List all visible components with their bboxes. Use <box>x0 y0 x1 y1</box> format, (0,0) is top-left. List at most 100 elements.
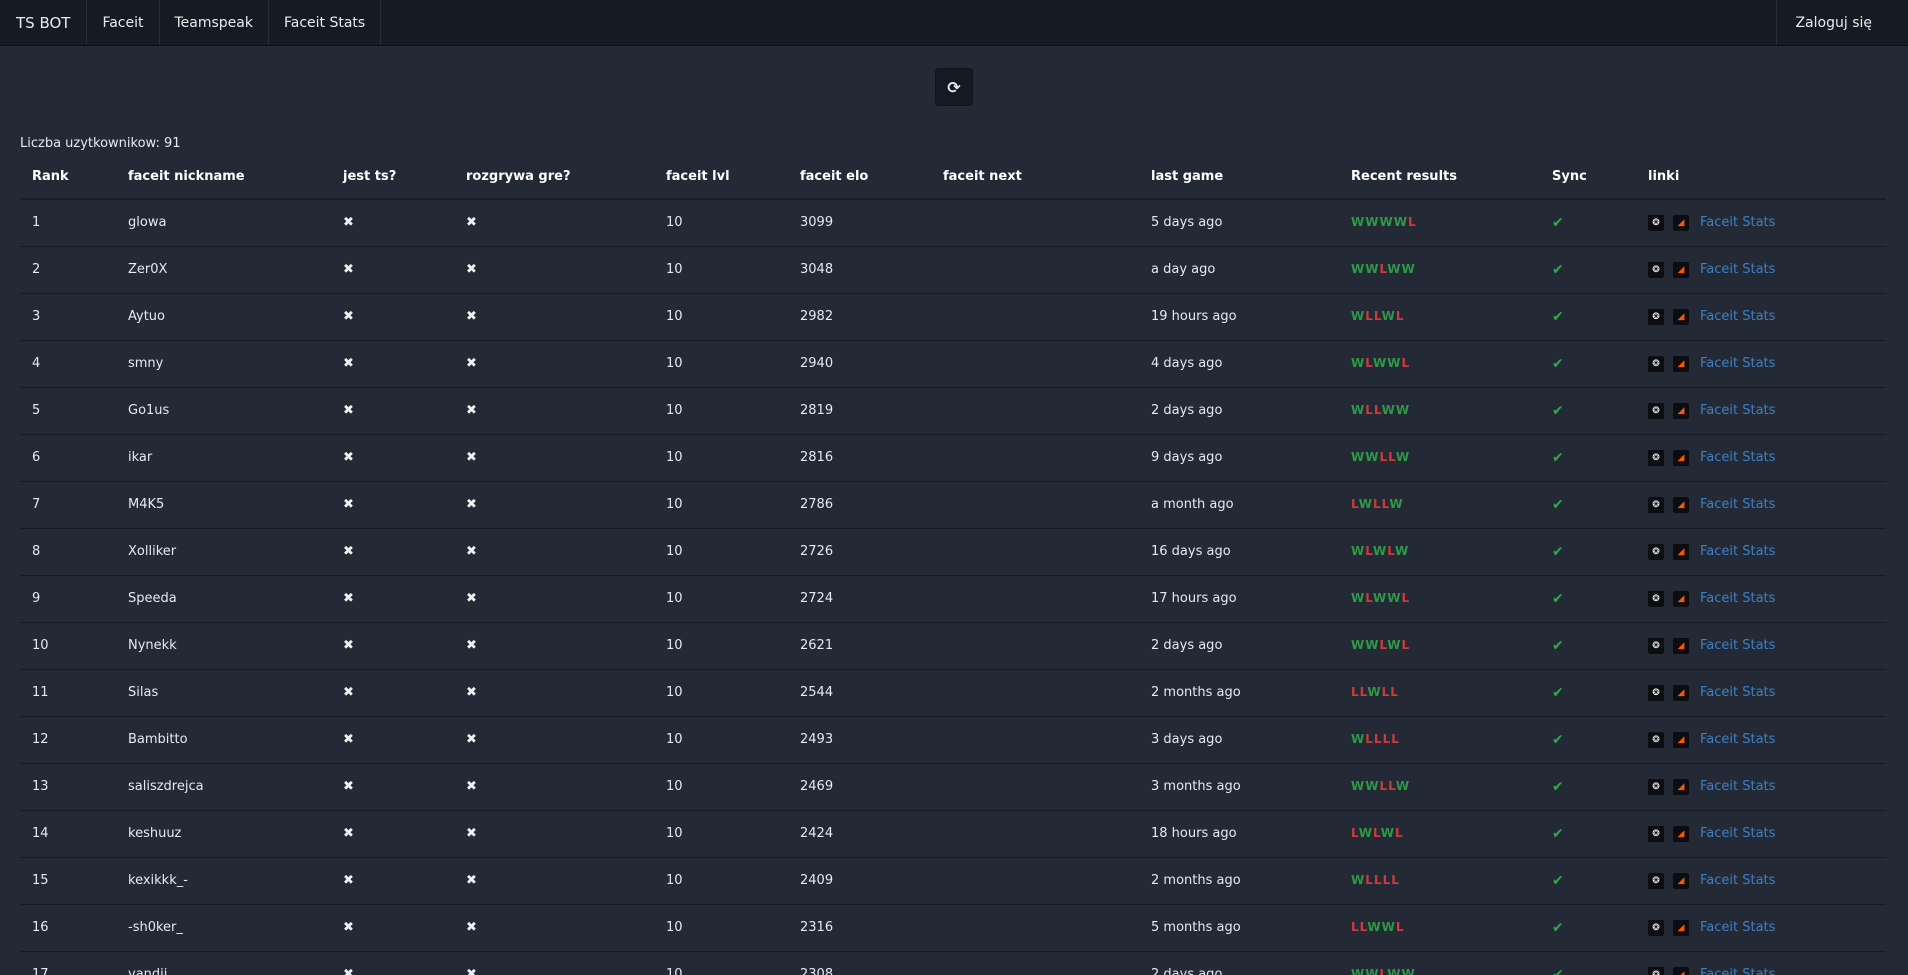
result-loss: L <box>1365 873 1374 887</box>
header-sync[interactable]: Sync <box>1540 155 1636 200</box>
faceit-stats-link[interactable]: Faceit Stats <box>1700 732 1775 747</box>
steam-icon[interactable]: ❂ <box>1648 402 1664 419</box>
faceit-stats-link[interactable]: Faceit Stats <box>1700 309 1775 324</box>
steam-icon[interactable]: ❂ <box>1648 872 1664 889</box>
faceit-icon[interactable]: ◢ <box>1673 778 1689 795</box>
result-win: W <box>1351 544 1366 558</box>
rank-cell: 17 <box>20 951 116 975</box>
faceit-icon[interactable]: ◢ <box>1673 637 1689 654</box>
x-mark-icon: ✖ <box>343 638 354 653</box>
rank-cell: 10 <box>20 622 116 670</box>
steam-icon[interactable]: ❂ <box>1648 449 1664 466</box>
steam-icon[interactable]: ❂ <box>1648 637 1664 654</box>
links-cell: ❂ ◢ Faceit Stats <box>1636 904 1886 952</box>
table-row: 17 vandii ✖ ✖ 10 2308 2 days ago WWLWW ✔ ❂ ◢ Faceit… <box>20 951 1886 975</box>
check-icon: ✔ <box>1552 637 1564 654</box>
steam-icon[interactable]: ❂ <box>1648 214 1664 231</box>
plays-cell: ✖ <box>454 857 654 905</box>
faceit-stats-link[interactable]: Faceit Stats <box>1700 685 1775 700</box>
sync-cell: ✔ <box>1540 763 1636 811</box>
recent-results-cell: WWLLW <box>1339 763 1540 811</box>
plays-cell: ✖ <box>454 622 654 670</box>
refresh-button[interactable]: ⟳ <box>935 68 973 106</box>
faceit-icon[interactable]: ◢ <box>1673 919 1689 936</box>
faceit-icon[interactable]: ◢ <box>1673 449 1689 466</box>
header-elo[interactable]: faceit elo <box>788 155 931 200</box>
result-win: W <box>1358 826 1373 840</box>
faceit-stats-link[interactable]: Faceit Stats <box>1700 591 1775 606</box>
faceit-icon[interactable]: ◢ <box>1673 825 1689 842</box>
steam-icon[interactable]: ❂ <box>1648 825 1664 842</box>
faceit-icon[interactable]: ◢ <box>1673 261 1689 278</box>
faceit-icon[interactable]: ◢ <box>1673 355 1689 372</box>
faceit-icon[interactable]: ◢ <box>1673 966 1689 975</box>
steam-icon[interactable]: ❂ <box>1648 308 1664 325</box>
result-win: W <box>1372 356 1388 370</box>
faceit-stats-link[interactable]: Faceit Stats <box>1700 967 1775 975</box>
check-icon: ✔ <box>1552 731 1564 748</box>
next-cell <box>931 387 1139 435</box>
faceit-stats-link[interactable]: Faceit Stats <box>1700 826 1775 841</box>
faceit-icon[interactable]: ◢ <box>1673 308 1689 325</box>
steam-icon[interactable]: ❂ <box>1648 731 1664 748</box>
ts-cell: ✖ <box>331 434 454 482</box>
result-win: W <box>1393 215 1408 230</box>
login-link[interactable]: Zaloguj się <box>1776 0 1908 45</box>
x-mark-icon: ✖ <box>343 403 354 418</box>
nav-item-faceit[interactable]: Faceit <box>87 0 160 45</box>
steam-icon[interactable]: ❂ <box>1648 966 1664 975</box>
steam-icon[interactable]: ❂ <box>1648 261 1664 278</box>
faceit-stats-link[interactable]: Faceit Stats <box>1700 450 1775 465</box>
faceit-icon[interactable]: ◢ <box>1673 402 1689 419</box>
table-container: Rank faceit nickname jest ts? rozgrywa g… <box>0 155 1905 975</box>
steam-icon[interactable]: ❂ <box>1648 355 1664 372</box>
faceit-icon[interactable]: ◢ <box>1673 872 1689 889</box>
table-row: 12 Bambitto ✖ ✖ 10 2493 3 days ago WLLLL ✔ ❂ ◢ Face… <box>20 716 1886 764</box>
faceit-icon[interactable]: ◢ <box>1673 543 1689 560</box>
faceit-stats-link[interactable]: Faceit Stats <box>1700 215 1775 230</box>
table-row: 9 Speeda ✖ ✖ 10 2724 17 hours ago WLWWL ✔ ❂ ◢ Facei… <box>20 575 1886 623</box>
nav-item-faceit-stats[interactable]: Faceit Stats <box>269 0 382 45</box>
header-recent[interactable]: Recent results <box>1339 155 1540 200</box>
faceit-icon[interactable]: ◢ <box>1673 731 1689 748</box>
faceit-icon[interactable]: ◢ <box>1673 214 1689 231</box>
result-loss: L <box>1394 826 1404 840</box>
steam-icon[interactable]: ❂ <box>1648 496 1664 513</box>
steam-icon[interactable]: ❂ <box>1648 684 1664 701</box>
faceit-stats-link[interactable]: Faceit Stats <box>1700 638 1775 653</box>
check-icon: ✔ <box>1552 449 1564 466</box>
faceit-icon[interactable]: ◢ <box>1673 684 1689 701</box>
nav-item-teamspeak[interactable]: Teamspeak <box>160 0 269 45</box>
faceit-stats-link[interactable]: Faceit Stats <box>1700 544 1775 559</box>
elo-cell: 2724 <box>788 575 931 623</box>
header-rank[interactable]: Rank <box>20 155 116 200</box>
nickname-cell: Zer0X <box>116 246 331 294</box>
faceit-stats-link[interactable]: Faceit Stats <box>1700 497 1775 512</box>
steam-icon[interactable]: ❂ <box>1648 778 1664 795</box>
header-ts[interactable]: jest ts? <box>331 155 454 200</box>
faceit-icon[interactable]: ◢ <box>1673 496 1689 513</box>
header-next[interactable]: faceit next <box>931 155 1139 200</box>
recent-results-cell: WWWWL <box>1339 199 1540 247</box>
faceit-stats-link[interactable]: Faceit Stats <box>1700 920 1775 935</box>
steam-icon[interactable]: ❂ <box>1648 919 1664 936</box>
steam-icon[interactable]: ❂ <box>1648 590 1664 607</box>
header-last-game[interactable]: last game <box>1139 155 1339 200</box>
brand-link[interactable]: TS BOT <box>0 0 88 45</box>
result-win: W <box>1387 638 1402 652</box>
faceit-stats-link[interactable]: Faceit Stats <box>1700 779 1775 794</box>
faceit-stats-link[interactable]: Faceit Stats <box>1700 403 1775 418</box>
next-cell <box>931 434 1139 482</box>
steam-icon[interactable]: ❂ <box>1648 543 1664 560</box>
header-plays[interactable]: rozgrywa gre? <box>454 155 654 200</box>
result-loss: L <box>1365 356 1373 370</box>
faceit-stats-link[interactable]: Faceit Stats <box>1700 356 1775 371</box>
result-win: W <box>1351 309 1366 323</box>
next-cell <box>931 669 1139 717</box>
faceit-stats-link[interactable]: Faceit Stats <box>1700 873 1775 888</box>
header-nickname[interactable]: faceit nickname <box>116 155 331 200</box>
header-lvl[interactable]: faceit lvl <box>654 155 788 200</box>
ts-cell: ✖ <box>331 528 454 576</box>
faceit-stats-link[interactable]: Faceit Stats <box>1700 262 1775 277</box>
faceit-icon[interactable]: ◢ <box>1673 590 1689 607</box>
